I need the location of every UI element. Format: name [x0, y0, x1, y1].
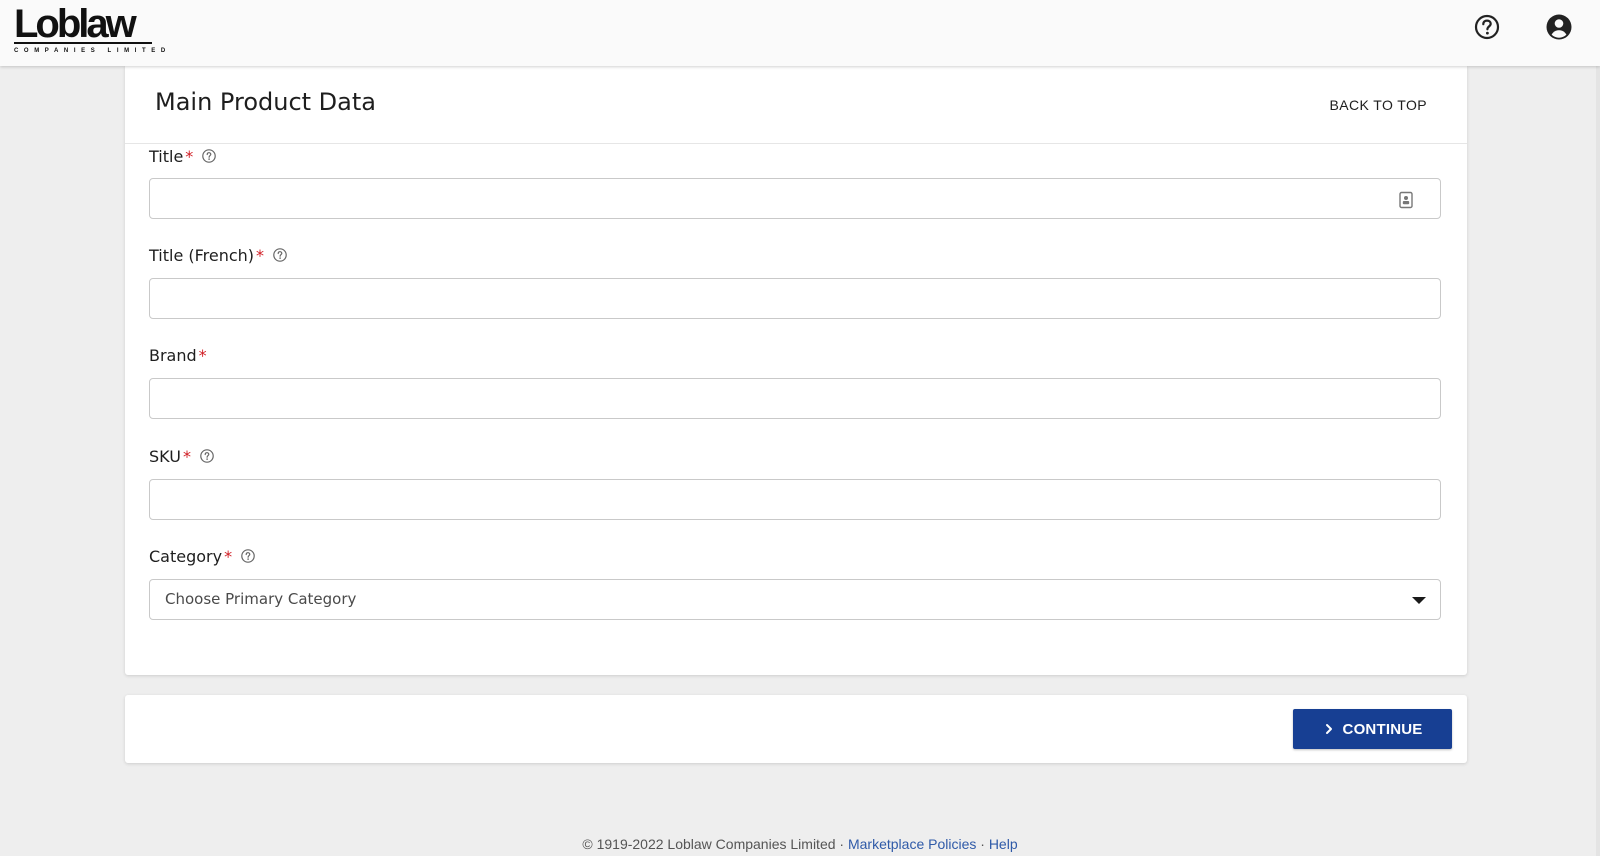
card-header: Main Product Data BACK TO TOP: [125, 66, 1467, 144]
loblaw-logo[interactable]: Loblaw COMPANIES LIMITED: [14, 2, 171, 56]
help-circle-icon[interactable]: [1472, 12, 1502, 42]
copyright-text: © 1919-2022 Loblaw Companies Limited: [582, 836, 836, 852]
brand-field[interactable]: [149, 378, 1441, 419]
page-scrollbar[interactable]: [1596, 66, 1600, 856]
brand-label: Brand *: [149, 343, 207, 367]
brand-input[interactable]: [150, 379, 1440, 418]
top-app-bar: Loblaw COMPANIES LIMITED: [0, 0, 1600, 66]
sku-label: SKU *: [149, 444, 215, 468]
required-marker: *: [256, 245, 265, 265]
continue-button-label: CONTINUE: [1342, 720, 1423, 738]
sku-label-text: SKU: [149, 446, 181, 466]
action-card: CONTINUE: [125, 695, 1467, 763]
required-marker: *: [198, 345, 207, 365]
help-icon[interactable]: [199, 448, 215, 464]
logo-subtitle: COMPANIES LIMITED: [14, 48, 171, 54]
footer-separator: ·: [839, 836, 845, 852]
title-label: Title *: [149, 144, 217, 168]
page-footer: © 1919-2022 Loblaw Companies Limited · M…: [0, 836, 1600, 852]
category-label-text: Category: [149, 546, 223, 566]
chevron-right-icon: [1325, 724, 1332, 734]
category-select[interactable]: Choose Primary Category: [149, 579, 1441, 620]
required-marker: *: [224, 546, 233, 566]
category-label: Category *: [149, 544, 256, 568]
help-icon[interactable]: [272, 247, 288, 263]
title-french-field[interactable]: [149, 278, 1441, 319]
title-label-text: Title: [149, 146, 184, 166]
caret-down-icon[interactable]: [1412, 597, 1426, 604]
category-placeholder: Choose Primary Category: [165, 590, 357, 608]
help-icon[interactable]: [201, 148, 217, 164]
back-to-top-link[interactable]: BACK TO TOP: [1329, 97, 1427, 113]
continue-button[interactable]: CONTINUE: [1293, 709, 1452, 749]
brand-label-text: Brand: [149, 345, 197, 365]
required-marker: *: [185, 146, 194, 166]
help-link[interactable]: Help: [989, 836, 1018, 852]
logo-wordmark: Loblaw: [14, 2, 137, 46]
required-marker: *: [182, 446, 191, 466]
sku-input[interactable]: [150, 480, 1440, 519]
footer-separator: ·: [980, 836, 985, 852]
sku-field[interactable]: [149, 479, 1441, 520]
title-french-label: Title (French) *: [149, 243, 288, 267]
title-french-label-text: Title (French): [149, 245, 255, 265]
main-product-data-card: Main Product Data BACK TO TOP Title * Ti…: [125, 66, 1467, 675]
logo-rule: [14, 42, 152, 44]
section-title: Main Product Data: [155, 88, 376, 116]
marketplace-policies-link[interactable]: Marketplace Policies: [848, 836, 976, 852]
title-french-input[interactable]: [150, 279, 1440, 318]
account-circle-icon[interactable]: [1544, 12, 1574, 42]
contact-card-icon[interactable]: [1398, 191, 1414, 209]
title-field[interactable]: [149, 178, 1441, 219]
help-icon[interactable]: [240, 548, 256, 564]
title-input[interactable]: [150, 179, 1440, 218]
